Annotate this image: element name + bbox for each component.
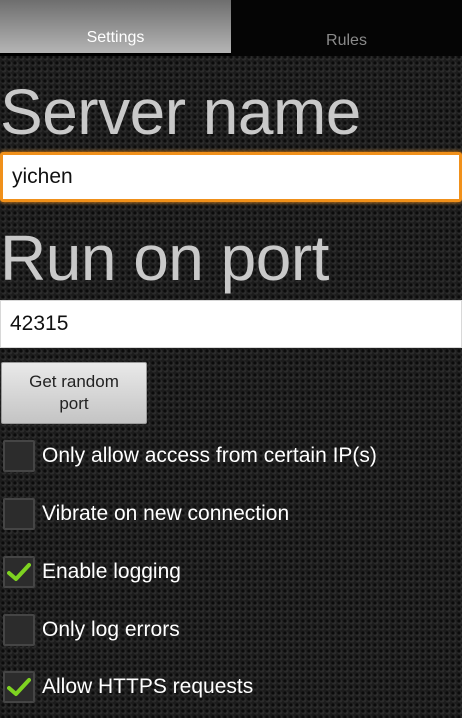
checkbox-vibrate[interactable] (3, 498, 35, 530)
option-log-errors-label: Only log errors (42, 618, 180, 641)
check-icon (7, 678, 31, 696)
option-vibrate[interactable]: Vibrate on new connection (0, 493, 462, 535)
option-ip-restriction-label: Only allow access from certain IP(s) (42, 444, 377, 467)
option-https-label: Allow HTTPS requests (42, 675, 254, 698)
checkbox-https[interactable] (3, 671, 35, 703)
port-label: Run on port (0, 222, 329, 294)
tab-settings-label: Settings (86, 29, 145, 46)
tab-rules-label: Rules (326, 32, 367, 49)
checkbox-log-errors[interactable] (3, 614, 35, 646)
get-random-port-label: Get random port (29, 372, 119, 413)
server-name-label: Server name (0, 76, 361, 148)
option-enable-logging-label: Enable logging (42, 560, 181, 583)
option-vibrate-label: Vibrate on new connection (42, 502, 290, 525)
option-log-errors[interactable]: Only log errors (0, 609, 462, 651)
checkbox-ip-restriction[interactable] (3, 440, 35, 472)
tab-rules[interactable]: Rules (231, 0, 462, 56)
option-ip-restriction[interactable]: Only allow access from certain IP(s) (0, 435, 462, 477)
check-icon (7, 563, 31, 581)
option-enable-logging[interactable]: Enable logging (0, 551, 462, 593)
tab-settings[interactable]: Settings (0, 0, 231, 56)
option-https[interactable]: Allow HTTPS requests (0, 666, 462, 708)
get-random-port-button[interactable]: Get random port (1, 362, 147, 424)
checkbox-enable-logging[interactable] (3, 556, 35, 588)
server-name-input[interactable] (0, 152, 462, 202)
tab-bar: Settings Rules (0, 0, 462, 56)
port-input[interactable] (0, 300, 462, 348)
